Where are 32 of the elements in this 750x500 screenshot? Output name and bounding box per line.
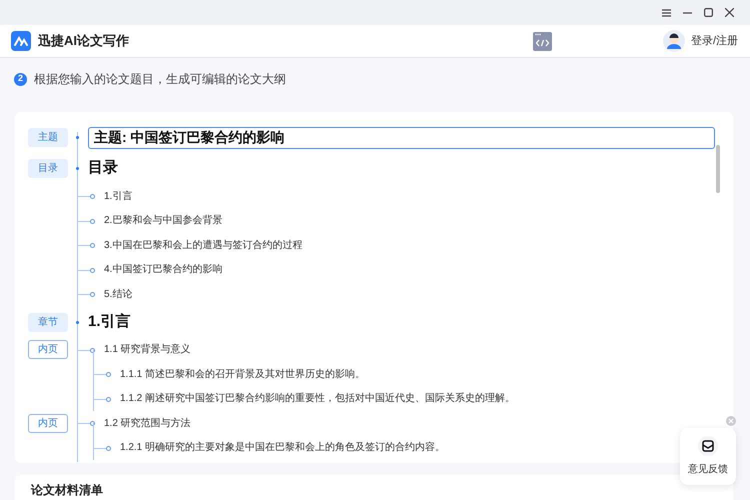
menu-icon[interactable] bbox=[662, 8, 671, 16]
section-tag: 章节 bbox=[28, 312, 68, 332]
outline-item[interactable]: 3.中国在巴黎和会上的遭遇与签订合约的过程 bbox=[104, 238, 302, 253]
outline-item[interactable]: 1.2.1 明确研究的主要对象是中国在巴黎和会上的角色及签订的合约内容。 bbox=[120, 440, 446, 456]
step-number: 2 bbox=[14, 72, 27, 86]
step-description: 根据您输入的论文题目，生成可编辑的论文大纲 bbox=[34, 71, 286, 88]
feedback-button[interactable]: 意见反馈 bbox=[680, 428, 736, 485]
outline-item[interactable]: 1.1.1 简述巴黎和会的召开背景及其对世界历史的影响。 bbox=[120, 366, 366, 382]
outline-item[interactable]: 1.2 研究范围与方法 bbox=[104, 416, 191, 431]
login-link[interactable]: 登录/注册 bbox=[690, 32, 738, 50]
section-title: 论文材料清单 bbox=[31, 483, 104, 497]
maximize-icon[interactable] bbox=[704, 8, 713, 17]
outline-item[interactable]: 4.中国签订巴黎合约的影响 bbox=[104, 262, 222, 278]
code-icon[interactable] bbox=[532, 32, 552, 50]
outline-item[interactable]: 2.巴黎和会与中国参会背景 bbox=[104, 213, 222, 228]
section-tag: 目录 bbox=[28, 159, 68, 178]
outline-item[interactable]: 5.结论 bbox=[104, 286, 132, 302]
section-tag: 主题 bbox=[28, 128, 68, 147]
section-tag: 内页 bbox=[28, 414, 68, 433]
app-title: 迅捷AI论文写作 bbox=[38, 32, 129, 50]
section-tag: 内页 bbox=[28, 340, 68, 360]
logo-icon bbox=[11, 31, 31, 51]
title-field[interactable]: 主题: 中国签订巴黎合约的影响 bbox=[88, 126, 715, 148]
inbox-icon bbox=[698, 436, 718, 456]
close-icon[interactable] bbox=[725, 8, 734, 17]
outline-item[interactable]: 1.1 研究背景与意义 bbox=[104, 342, 191, 358]
outline-heading[interactable]: 目录 bbox=[88, 157, 118, 180]
outline-item[interactable]: 1.引言 bbox=[104, 188, 132, 204]
scrollbar[interactable] bbox=[716, 145, 720, 193]
avatar-icon[interactable] bbox=[662, 30, 685, 52]
outline-heading[interactable]: 1.引言 bbox=[88, 310, 131, 334]
outline-item[interactable]: 1.1.2 阐述研究中国签订巴黎合约影响的重要性，包括对中国近代史、国际关系史的理解。 bbox=[120, 391, 516, 406]
